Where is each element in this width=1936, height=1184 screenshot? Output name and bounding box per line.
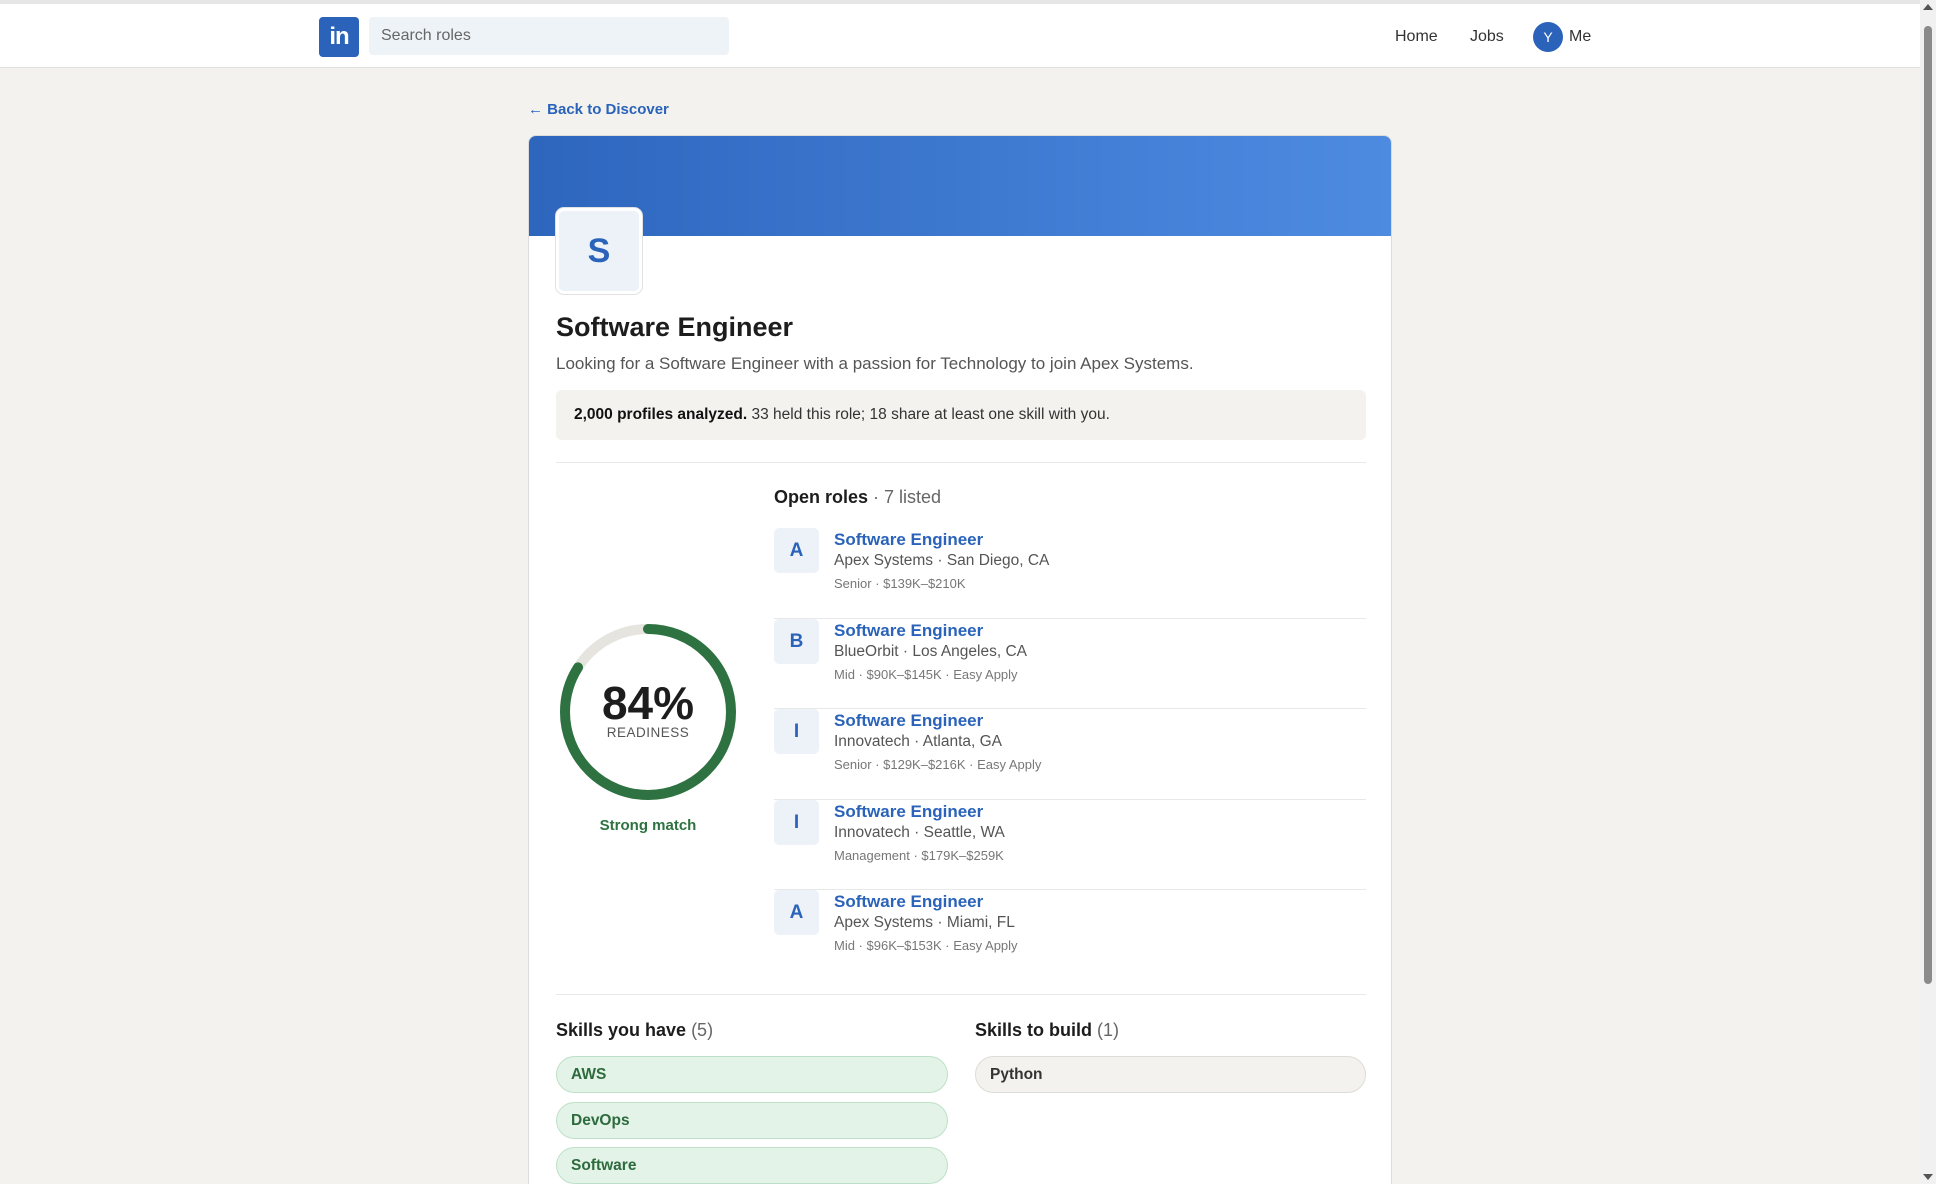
- linkedin-logo-icon[interactable]: in: [319, 17, 359, 57]
- role-meta: Senior · $129K–$216K · Easy Apply: [834, 757, 1042, 772]
- profiles-stats-box: 2,000 profiles analyzed. 33 held this ro…: [556, 390, 1366, 440]
- page-title: Software Engineer: [556, 312, 794, 342]
- role-title-link[interactable]: Software Engineer: [834, 802, 983, 822]
- role-meta: Senior · $139K–$210K: [834, 576, 966, 591]
- role-company-location: BlueOrbit · Los Angeles, CA: [834, 642, 1027, 660]
- nav-home-link[interactable]: Home: [1395, 28, 1438, 46]
- search-input[interactable]: [369, 17, 729, 55]
- list-item[interactable]: I Software Engineer Innovatech · Atlanta…: [774, 709, 1366, 800]
- skills-build-heading: Skills to build (1): [975, 1020, 1119, 1041]
- role-description: Looking for a Software Engineer with a p…: [556, 354, 1194, 373]
- role-title-link[interactable]: Software Engineer: [834, 711, 983, 731]
- company-badge: B: [774, 618, 819, 664]
- role-meta: Mid · $90K–$145K · Easy Apply: [834, 666, 1018, 682]
- skill-pill-python[interactable]: Python: [975, 1056, 1366, 1093]
- skill-pill-aws[interactable]: AWS: [556, 1056, 948, 1093]
- skills-have-heading: Skills you have (5): [556, 1020, 713, 1041]
- role-company-location: Apex Systems · San Diego, CA: [834, 552, 1050, 569]
- role-company-location: Innovatech · Seattle, WA: [834, 823, 1005, 841]
- readiness-label: READINESS: [606, 725, 690, 740]
- list-item[interactable]: A Software Engineer Apex Systems · Miami…: [774, 890, 1366, 981]
- role-logo: S: [556, 208, 642, 294]
- role-meta: Management · $179K–$259K: [834, 847, 1004, 863]
- stats-text: 33 held this role; 18 share at least one…: [747, 406, 1110, 423]
- company-badge: I: [774, 709, 819, 754]
- skills-have-count: (5): [686, 1020, 714, 1040]
- scroll-down-arrow-icon[interactable]: [1923, 1174, 1933, 1180]
- company-badge: A: [774, 890, 819, 935]
- skill-pill-devops[interactable]: DevOps: [556, 1102, 948, 1139]
- open-roles-heading: Open roles · 7 listed: [774, 487, 941, 508]
- role-company-location: Innovatech · Atlanta, GA: [834, 733, 1003, 750]
- skills-have-title: Skills you have: [556, 1020, 687, 1040]
- open-roles-count: · 7 listed: [868, 487, 942, 507]
- page-scrollbar[interactable]: [1920, 0, 1936, 1184]
- role-title-link[interactable]: Software Engineer: [834, 530, 983, 550]
- company-badge: I: [774, 799, 819, 845]
- nav-jobs-link[interactable]: Jobs: [1470, 28, 1504, 46]
- divider: [556, 994, 1366, 995]
- nav-me-link[interactable]: Me: [1569, 28, 1591, 46]
- role-detail-card: S Software Engineer Looking for a Softwa…: [528, 135, 1392, 1184]
- skills-build-title: Skills to build: [975, 1020, 1093, 1040]
- open-roles-list: A Software Engineer Apex Systems · San D…: [774, 528, 1366, 981]
- role-title-link[interactable]: Software Engineer: [834, 892, 983, 912]
- role-title-link[interactable]: Software Engineer: [834, 621, 983, 641]
- match-status: Strong match: [599, 817, 697, 834]
- list-item[interactable]: A Software Engineer Apex Systems · San D…: [774, 528, 1366, 619]
- open-roles-title: Open roles: [774, 487, 869, 507]
- list-item[interactable]: I Software Engineer Innovatech · Seattle…: [774, 799, 1366, 890]
- role-meta: Mid · $96K–$153K · Easy Apply: [834, 938, 1018, 953]
- scroll-up-arrow-icon[interactable]: [1923, 4, 1933, 10]
- list-item[interactable]: B Software Engineer BlueOrbit · Los Ange…: [774, 618, 1366, 709]
- stats-bold-text: 2,000 profiles analyzed.: [574, 406, 748, 423]
- top-nav-bar: in Home Jobs Y Me: [0, 0, 1920, 68]
- role-company-location: Apex Systems · Miami, FL: [834, 914, 1015, 931]
- skill-pill-software[interactable]: Software: [556, 1147, 948, 1184]
- scrollbar-thumb[interactable]: [1924, 26, 1932, 984]
- avatar[interactable]: Y: [1533, 22, 1563, 52]
- back-to-discover-link[interactable]: ← Back to Discover: [528, 101, 669, 118]
- company-badge: A: [774, 528, 819, 573]
- role-banner: [529, 136, 1391, 236]
- divider: [556, 462, 1366, 463]
- readiness-percent: 84%: [601, 677, 695, 729]
- skills-build-count: (1): [1092, 1020, 1120, 1040]
